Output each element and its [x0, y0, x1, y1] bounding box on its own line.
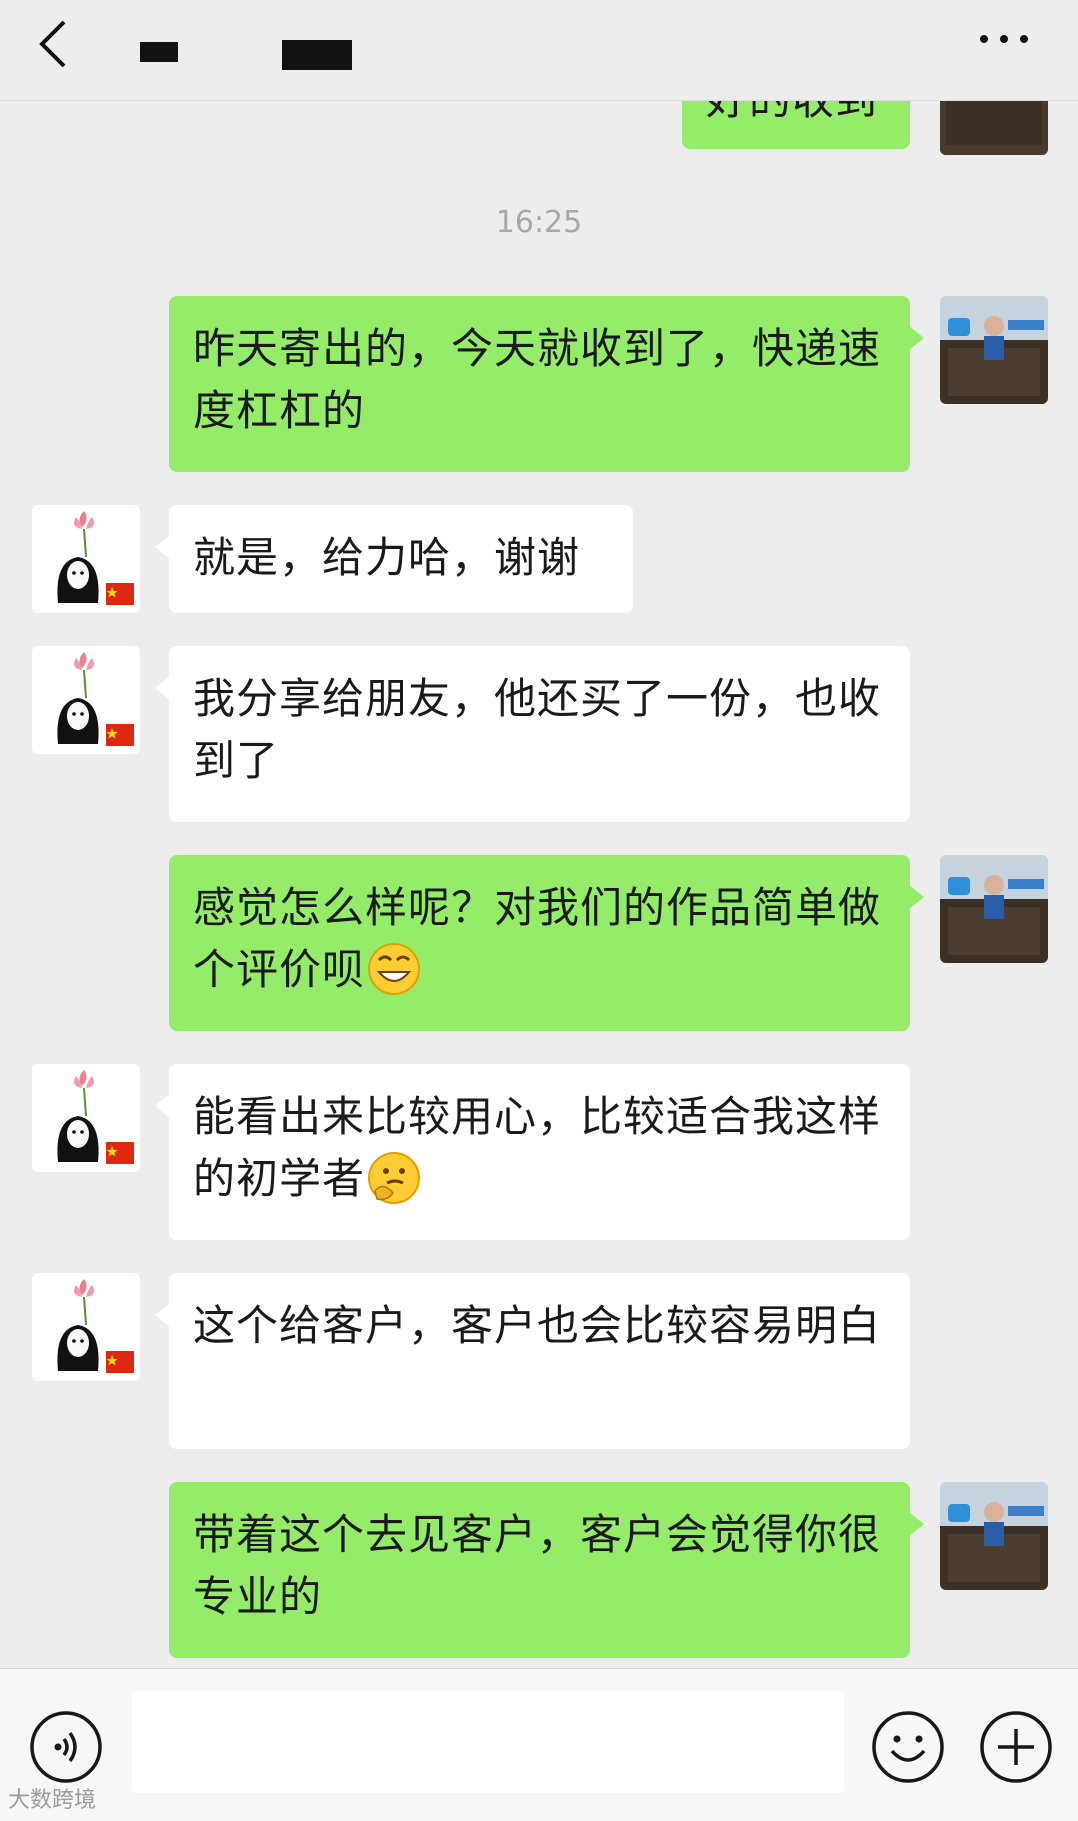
avatar-contact[interactable] — [32, 1064, 140, 1172]
message-text: 能看出来比较用心，比较适合我这样的初学者 — [193, 1092, 882, 1203]
message-bubble[interactable]: 感觉怎么样呢？对我们的作品简单做个评价呗 — [169, 855, 924, 1031]
avatar-self[interactable] — [940, 855, 1048, 963]
redacted-name-block — [140, 42, 178, 62]
message-input[interactable] — [132, 1691, 844, 1793]
message-text: 这个给客户，客户也会比较容易明白 — [193, 1301, 882, 1350]
chat-timestamp: 16:25 — [495, 205, 583, 240]
message-text: 带着这个去见客户，客户会觉得你很专业的 — [193, 1510, 882, 1621]
message-bubble[interactable]: 好的收到 — [682, 101, 910, 149]
avatar-contact[interactable] — [32, 505, 140, 613]
watermark: 大数跨境 — [8, 1788, 97, 1813]
avatar-self[interactable] — [940, 296, 1048, 404]
message-bubble[interactable]: 我分享给朋友，他还买了一份，也收到了 — [155, 646, 910, 822]
top-bar — [0, 0, 1078, 101]
input-bar — [0, 1668, 1078, 1821]
message-text: 就是，给力哈，谢谢 — [193, 533, 581, 582]
message-bubble[interactable]: 这个给客户，客户也会比较容易明白 — [155, 1273, 910, 1449]
ellipsis-icon[interactable] — [976, 24, 1032, 54]
message-text: 感觉怎么样呢？对我们的作品简单做个评价呗 — [193, 883, 882, 994]
grinning-face-emoji — [368, 943, 421, 995]
plus-icon[interactable] — [978, 1709, 1054, 1785]
avatar-self[interactable] — [940, 101, 1048, 155]
chat-area[interactable]: 好的收到 16:25 昨天寄出的，今天就收到了，快递速度杠杠的 — [0, 101, 1078, 1669]
message-text: 我分享给朋友，他还买了一份，也收到了 — [193, 674, 882, 785]
message-bubble[interactable]: 带着这个去见客户，客户会觉得你很专业的 — [169, 1482, 924, 1658]
avatar-self[interactable] — [940, 1482, 1048, 1590]
thinking-face-emoji — [368, 1152, 421, 1204]
message-bubble[interactable]: 昨天寄出的，今天就收到了，快递速度杠杠的 — [169, 296, 924, 472]
redacted-name-block — [282, 40, 352, 70]
message-text: 好的收到 — [706, 101, 878, 124]
avatar-contact[interactable] — [32, 1273, 140, 1381]
chevron-left-icon[interactable] — [34, 16, 74, 72]
smiley-icon[interactable] — [870, 1709, 946, 1785]
message-text: 昨天寄出的，今天就收到了，快递速度杠杠的 — [193, 324, 882, 435]
message-bubble[interactable]: 就是，给力哈，谢谢 — [155, 505, 633, 613]
avatar-contact[interactable] — [32, 646, 140, 754]
message-bubble[interactable]: 能看出来比较用心，比较适合我这样的初学者 — [155, 1064, 910, 1240]
voice-icon[interactable] — [28, 1709, 104, 1785]
